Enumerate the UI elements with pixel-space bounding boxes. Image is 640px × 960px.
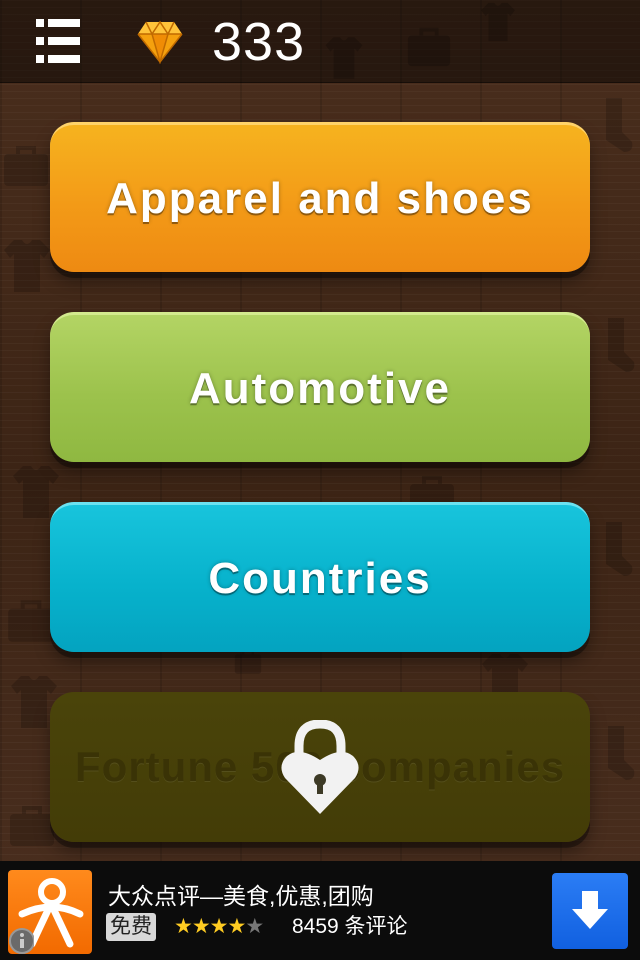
- category-apparel-button[interactable]: Apparel and shoes: [50, 122, 590, 272]
- ad-title: 大众点评—美食,优惠,团购: [108, 883, 374, 909]
- category-label: Apparel and shoes: [106, 173, 534, 223]
- list-menu-icon[interactable]: [34, 17, 82, 65]
- decorative-shirt-icon: [4, 240, 50, 292]
- decorative-bag-icon: [4, 146, 48, 186]
- heart-padlock-icon: [281, 720, 359, 814]
- diamond-icon: [137, 20, 183, 64]
- info-icon[interactable]: [0, 923, 34, 957]
- ad-free-badge: 免费: [106, 913, 156, 941]
- decorative-bag-icon: [407, 27, 451, 67]
- gem-count: 333: [212, 12, 306, 72]
- download-arrow-icon[interactable]: [552, 873, 628, 949]
- decorative-shirt-icon: [481, 2, 515, 42]
- ad-rating-stars: ★★★★★: [174, 913, 264, 941]
- decorative-sock-icon: [608, 726, 635, 780]
- decorative-sock-icon: [608, 318, 635, 372]
- star-rating-filled: ★★★★: [174, 915, 246, 938]
- decorative-shirt-icon: [325, 37, 363, 79]
- category-label: Countries: [208, 553, 432, 603]
- ad-review-count: 8459 条评论: [292, 915, 408, 938]
- category-label: Automotive: [189, 363, 451, 413]
- decorative-sock-icon: [606, 98, 633, 152]
- top-bar: 333: [0, 0, 640, 83]
- category-countries-button[interactable]: Countries: [50, 502, 590, 652]
- decorative-sock-icon: [606, 522, 633, 576]
- ad-banner[interactable]: 大众点评—美食,优惠,团购 免费 ★★★★★ 8459 条评论: [0, 861, 640, 960]
- star-rating-empty: ★: [245, 915, 264, 938]
- category-automotive-button[interactable]: Automotive: [50, 312, 590, 462]
